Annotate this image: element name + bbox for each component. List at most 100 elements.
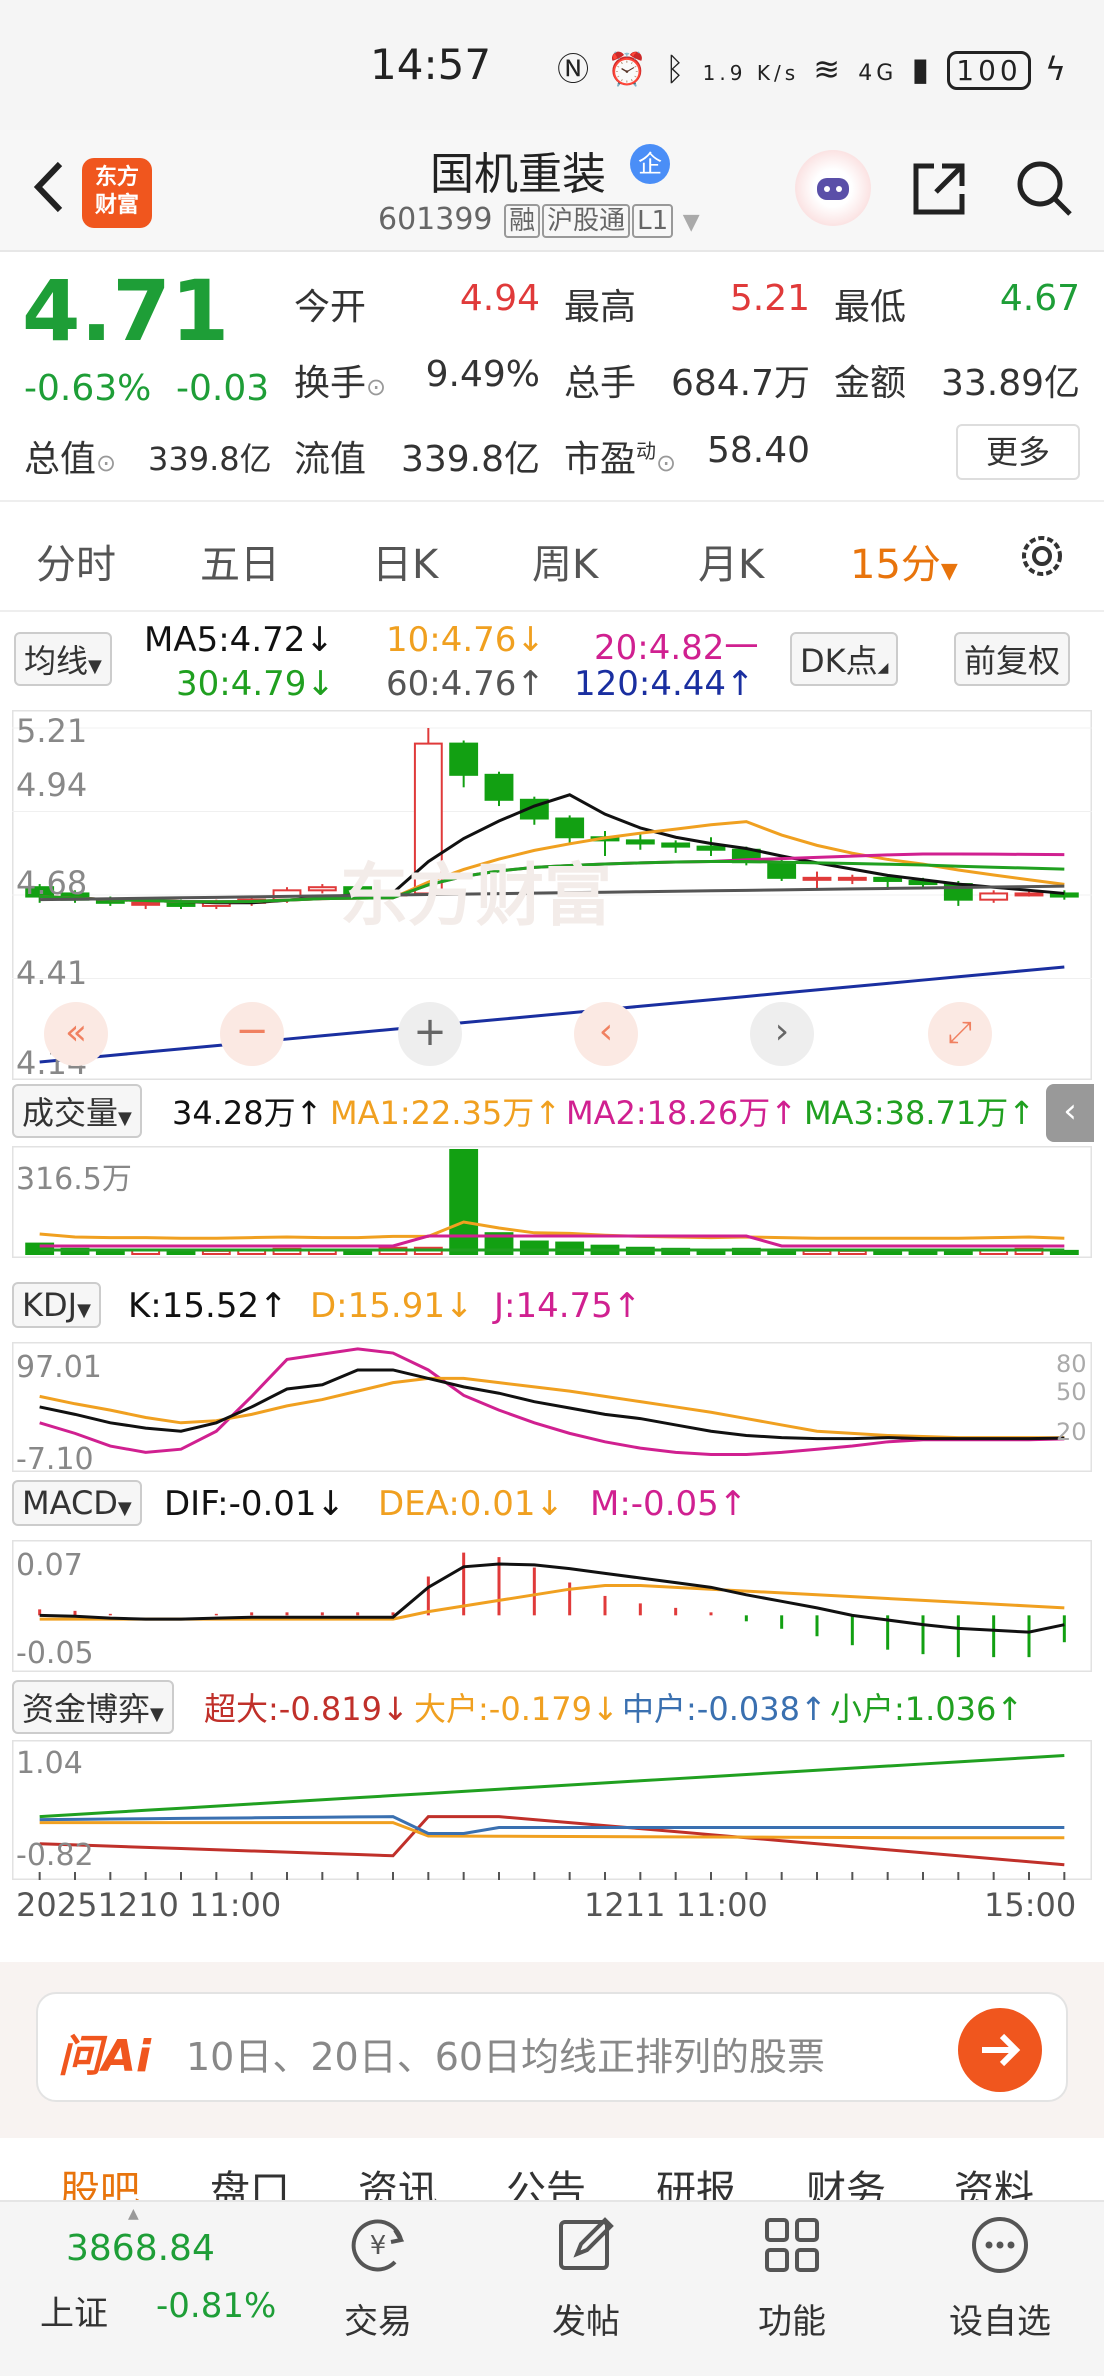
tab-five-day[interactable]: 五日	[200, 532, 280, 590]
nav-trade[interactable]: ¥ 交易	[308, 2210, 448, 2370]
step-right-icon[interactable]: ›	[750, 1002, 814, 1066]
turnover-label: 换手⊙	[294, 363, 387, 404]
tab-forum[interactable]: 股吧	[60, 2158, 140, 2200]
ai-search-box[interactable]: 问Ai 10日、20日、60日均线正排列的股票	[36, 1992, 1068, 2102]
vol-ma3: MA3:38.71万↑	[804, 1094, 1036, 1132]
share-icon[interactable]	[908, 158, 970, 220]
zoom-in-icon[interactable]: +	[398, 1002, 462, 1066]
macd-selector[interactable]: MACD▼	[12, 1480, 142, 1526]
scroll-left-icon[interactable]: «	[44, 1002, 108, 1066]
ma60-label: 60:4.76↑	[386, 664, 545, 704]
mktcap-value: 339.8亿	[148, 440, 272, 478]
float-value: 339.8亿	[400, 439, 540, 480]
ma10-label: 10:4.76↓	[386, 620, 545, 660]
app-logo[interactable]: 东方 财富	[82, 158, 152, 228]
tab-daily[interactable]: 日K	[372, 532, 438, 590]
ma-selector[interactable]: 均线▼	[14, 632, 112, 686]
zoom-out-icon[interactable]: −	[220, 1002, 284, 1066]
tab-finance[interactable]: 财务	[806, 2158, 886, 2200]
bottom-nav: ▲ 3868.84 上证 -0.81% ¥ 交易 发帖 功能 设自选	[0, 2200, 1104, 2376]
nav-functions[interactable]: 功能	[722, 2210, 862, 2370]
nfc-icon: Ⓝ	[557, 50, 594, 88]
search-icon[interactable]	[1012, 156, 1076, 220]
volume-chart[interactable]	[12, 1146, 1092, 1258]
volume-value: 34.28万↑	[172, 1094, 323, 1132]
open-value: 4.94	[459, 278, 540, 319]
fund-small-line	[39, 1754, 1065, 1819]
robot-icon	[817, 178, 849, 200]
time-axis-start: 20251210 11:00	[16, 1886, 282, 1924]
ai-assistant-avatar[interactable]	[795, 150, 871, 226]
tab-profile[interactable]: 资料	[954, 2158, 1034, 2200]
ai-logo: 问Ai	[58, 2031, 152, 2082]
logo-line1: 东方	[94, 165, 139, 190]
amount-value: 33.89亿	[940, 363, 1080, 404]
open-label: 今开	[294, 287, 367, 328]
candle-body	[802, 876, 832, 881]
network-speed: 1.9 K/s	[702, 61, 800, 85]
fund-flow-selector[interactable]: 资金博弈▼	[12, 1680, 174, 1734]
period-tabs: 分时 五日 日K 周K 月K 15分▼	[0, 502, 1104, 612]
adjust-button[interactable]: 前复权	[954, 632, 1071, 686]
fund-flow-chart[interactable]	[12, 1740, 1092, 1880]
low-label: 最低	[834, 287, 907, 328]
tab-research[interactable]: 研报	[656, 2158, 736, 2200]
fund-super: 超大:-0.819↓	[204, 1690, 409, 1728]
price-tick-mid: 4.68	[16, 864, 88, 902]
macd-dif: DIF:-0.01↓	[164, 1484, 346, 1524]
ma30-label: 30:4.79↓	[176, 664, 335, 704]
candle-body	[131, 901, 161, 906]
fund-tick-high: 1.04	[16, 1746, 83, 1781]
kdj-chart[interactable]	[12, 1342, 1092, 1472]
tab-announcements[interactable]: 公告	[506, 2158, 586, 2200]
tab-intraday[interactable]: 分时	[36, 532, 116, 590]
nav-trade-label: 交易	[344, 2302, 412, 2342]
content-tabs: 股吧 盘口 资讯 公告 研报 财务 资料	[0, 2138, 1104, 2200]
volume-bar	[519, 1240, 549, 1255]
tab-15min[interactable]: 15分▼	[850, 532, 958, 590]
gear-icon[interactable]	[1012, 526, 1072, 586]
volume-selector[interactable]: 成交量▼	[12, 1084, 142, 1138]
more-button[interactable]: 更多	[956, 424, 1080, 480]
kdj-k: K:15.52↑	[128, 1286, 288, 1326]
change-percent: -0.63%	[24, 368, 152, 409]
ma20-label: 20:4.82一	[594, 628, 759, 668]
dk-point-button[interactable]: DK点◢	[790, 632, 899, 686]
panel-border	[12, 1540, 1092, 1672]
ai-go-button[interactable]	[958, 2008, 1042, 2092]
index-widget[interactable]: ▲ 3868.84 上证 -0.81%	[0, 2202, 300, 2376]
fullscreen-icon[interactable]: ⤢	[928, 1002, 992, 1066]
stock-code: 601399	[378, 202, 493, 237]
tag-level: L1	[632, 204, 674, 238]
mktcap-label: 总值⊙	[24, 439, 117, 480]
ai-prompt: 10日、20日、60日均线正排列的股票	[186, 2035, 826, 2079]
info-icon: ⊙	[656, 449, 677, 477]
stock-code-row[interactable]: 601399 融沪股通 L1 ▼	[378, 200, 700, 238]
fund-large-line	[39, 1821, 1065, 1840]
caret-up-icon: ▲	[128, 2206, 139, 2222]
low-value: 4.67	[999, 278, 1080, 319]
collapse-panel-icon[interactable]: ‹	[1046, 1084, 1094, 1142]
candle-body	[307, 886, 337, 892]
step-left-icon[interactable]: ‹	[574, 1002, 638, 1066]
tab-monthly[interactable]: 月K	[698, 532, 764, 590]
signal-label: 4G	[858, 61, 898, 86]
trade-icon: ¥	[351, 2219, 405, 2272]
nav-add-watchlist[interactable]: 设自选	[930, 2210, 1070, 2370]
high-value: 5.21	[729, 278, 810, 319]
tab-orderbook[interactable]: 盘口	[210, 2158, 290, 2200]
macd-dea-line	[39, 1583, 1065, 1621]
kdj-d: D:15.91↓	[310, 1286, 474, 1326]
macd-dif-line	[39, 1562, 1065, 1634]
price-tick-4: 4.41	[16, 954, 88, 992]
tab-news[interactable]: 资讯	[358, 2158, 438, 2200]
panel-border	[12, 1342, 1092, 1472]
macd-chart[interactable]	[12, 1540, 1092, 1672]
candle-body	[696, 845, 726, 851]
alarm-icon: ⏰	[607, 50, 652, 88]
back-icon[interactable]	[22, 152, 82, 222]
nav-post[interactable]: 发帖	[516, 2210, 656, 2370]
tab-weekly[interactable]: 周K	[532, 532, 598, 590]
vol-ma2: MA2:18.26万↑	[566, 1094, 798, 1132]
kdj-selector[interactable]: KDJ▼	[12, 1282, 101, 1328]
